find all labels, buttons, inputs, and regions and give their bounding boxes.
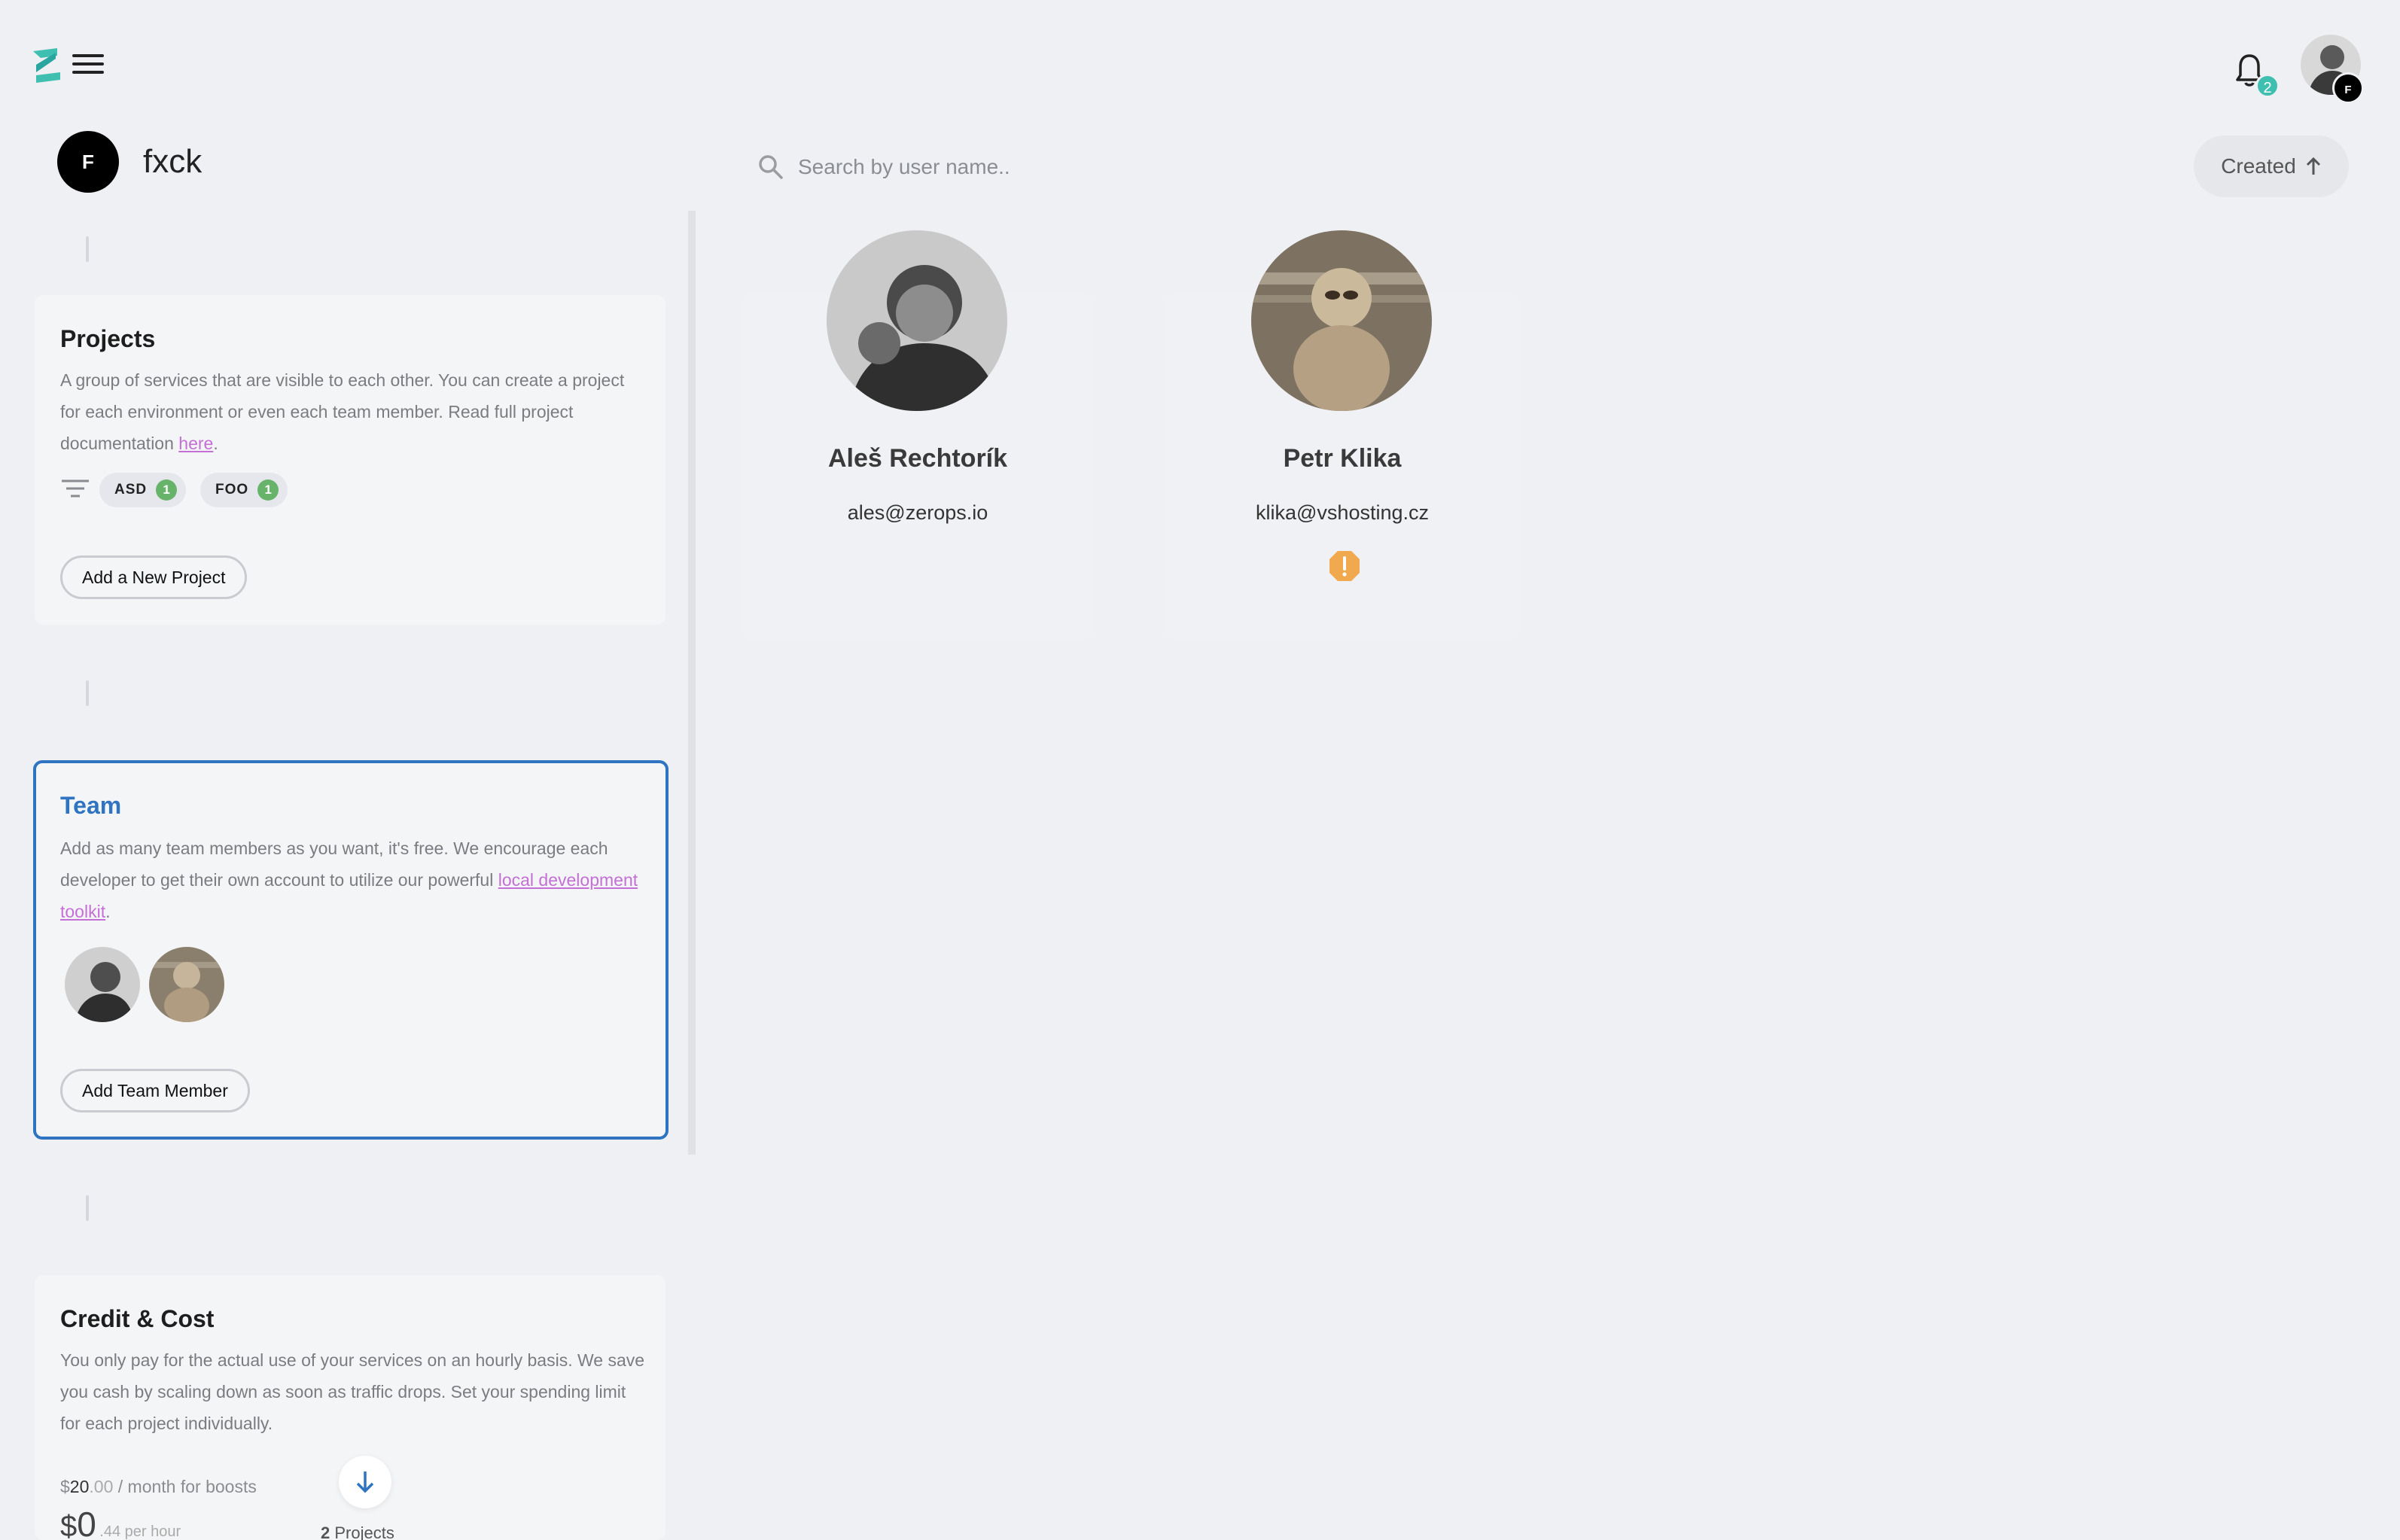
projects-card: Projects A group of services that are vi…: [35, 295, 665, 625]
team-card[interactable]: Team Add as many team members as you wan…: [33, 760, 669, 1140]
team-member-avatar[interactable]: [65, 947, 140, 1022]
user-org-badge: F: [2332, 72, 2364, 104]
filter-icon[interactable]: [60, 477, 90, 500]
member-photo[interactable]: [827, 230, 1007, 411]
connector-line: [86, 1195, 89, 1221]
boost-cost-line: $20.00 / month for boosts: [60, 1477, 257, 1497]
arrow-up-icon: [2306, 157, 2320, 175]
project-tag-foo[interactable]: FOO 1: [200, 473, 288, 507]
sort-label: Created: [2221, 154, 2296, 178]
add-team-member-button[interactable]: Add Team Member: [60, 1069, 250, 1112]
credit-description: You only pay for the actual use of your …: [60, 1350, 645, 1433]
projects-docs-link[interactable]: here: [178, 434, 213, 453]
connector-line: [86, 236, 89, 262]
tag-label: ASD: [114, 482, 148, 498]
search-input[interactable]: [798, 148, 1476, 187]
tag-count: 1: [156, 479, 178, 501]
projects-count-value: 2: [321, 1523, 330, 1540]
member-email: ales@zerops.io: [847, 501, 988, 524]
panel-divider: [688, 211, 696, 1155]
projects-count-label: Projects: [334, 1523, 394, 1540]
projects-description: A group of services that are visible to …: [60, 364, 632, 459]
member-name: Petr Klika: [1283, 444, 1402, 473]
member-photo[interactable]: [1251, 230, 1432, 411]
project-tag-asd[interactable]: ASD 1: [99, 473, 187, 507]
notification-count-badge: 2: [2255, 74, 2280, 98]
cost-currency: $: [60, 1510, 78, 1540]
add-project-button[interactable]: Add a New Project: [60, 555, 248, 599]
member-name: Aleš Rechtorík: [827, 444, 1008, 473]
warning-icon[interactable]: [1328, 549, 1361, 583]
arrow-down-icon[interactable]: [339, 1456, 391, 1508]
boost-decimals: .00: [89, 1477, 114, 1496]
connector-line: [86, 680, 89, 706]
sort-created-button[interactable]: Created: [2194, 135, 2349, 197]
boost-currency: $: [60, 1477, 70, 1496]
team-description: Add as many team members as you want, it…: [60, 832, 647, 927]
hourly-cost: $0 .44 per hour: [60, 1504, 181, 1540]
tag-label: FOO: [215, 482, 249, 498]
member-email: klika@vshosting.cz: [1256, 501, 1429, 524]
search-icon: [759, 155, 783, 179]
boost-amount: 20: [69, 1477, 90, 1496]
projects-count: 2 Projects: [321, 1523, 394, 1540]
org-avatar[interactable]: F: [57, 131, 119, 193]
projects-desc-text: A group of services that are visible to …: [60, 370, 625, 453]
credit-title: Credit & Cost: [60, 1305, 215, 1332]
org-name: fxck: [143, 143, 203, 180]
zerops-logo-icon[interactable]: [30, 47, 63, 84]
team-desc-end: .: [105, 902, 111, 921]
team-title: Team: [60, 792, 122, 819]
cost-decimals: .44 per hour: [99, 1523, 181, 1540]
hamburger-menu-icon[interactable]: [72, 54, 104, 78]
team-member-avatar[interactable]: [149, 947, 224, 1022]
tag-count: 1: [257, 479, 279, 501]
cost-amount: 0: [77, 1505, 96, 1540]
projects-title: Projects: [60, 325, 156, 352]
boost-suffix: / month for boosts: [113, 1477, 257, 1496]
projects-desc-end: .: [213, 434, 218, 453]
